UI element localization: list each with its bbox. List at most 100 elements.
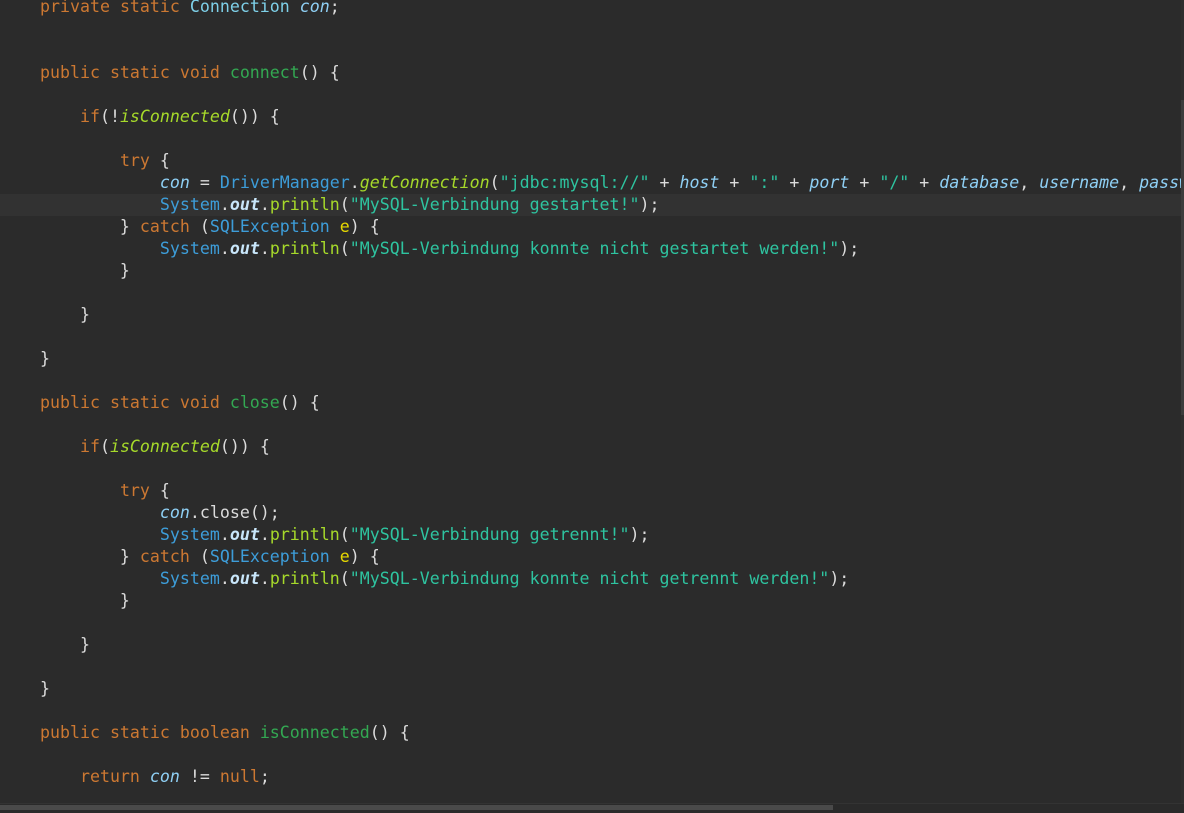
code-line[interactable] xyxy=(0,282,1181,304)
code-token: con xyxy=(149,767,180,786)
code-token: ( xyxy=(99,437,110,456)
horizontal-scrollbar[interactable] xyxy=(0,803,1184,813)
code-token: ()) { xyxy=(219,437,270,456)
code-token: { xyxy=(159,481,170,500)
code-token: } xyxy=(40,349,50,368)
code-line[interactable]: if(!isConnected()) { xyxy=(0,106,1181,128)
code-token: ( xyxy=(199,217,210,236)
code-token: SQLException xyxy=(209,217,340,236)
code-line[interactable]: System.out.println("MySQL-Verbindung kon… xyxy=(0,238,1181,260)
code-line[interactable]: } catch (SQLException e) { xyxy=(0,546,1181,568)
code-line[interactable] xyxy=(0,700,1181,722)
code-token: static xyxy=(109,393,180,412)
code-token: out xyxy=(229,239,260,258)
code-token: static xyxy=(119,0,190,16)
code-line[interactable]: return con != null; xyxy=(0,766,1181,788)
code-token: . xyxy=(219,569,230,588)
code-token: () { xyxy=(299,63,340,82)
code-token: "MySQL-Verbindung konnte nicht getrennt … xyxy=(349,569,830,588)
code-token: System xyxy=(159,195,220,214)
horizontal-scrollbar-thumb[interactable] xyxy=(0,805,833,810)
code-token: } xyxy=(40,305,90,324)
code-line[interactable]: con.close(); xyxy=(0,502,1181,524)
code-token: out xyxy=(229,525,260,544)
code-token: connect xyxy=(229,63,300,82)
code-line[interactable] xyxy=(0,458,1181,480)
code-line[interactable] xyxy=(0,18,1181,40)
code-token: static xyxy=(109,723,180,742)
code-token: return xyxy=(79,767,150,786)
code-token: null xyxy=(219,767,260,786)
code-token: catch xyxy=(139,217,200,236)
code-line[interactable]: System.out.println("MySQL-Verbindung kon… xyxy=(0,568,1181,590)
code-token: ; xyxy=(259,767,270,786)
code-line[interactable] xyxy=(0,326,1181,348)
code-editor[interactable]: private static Connection con; public sta… xyxy=(0,0,1184,788)
code-line[interactable]: } catch (SQLException e) { xyxy=(0,216,1181,238)
code-token: isConnected xyxy=(259,723,370,742)
code-token: + xyxy=(909,173,940,192)
code-line[interactable]: } xyxy=(0,304,1181,326)
code-token: username xyxy=(1039,173,1120,192)
code-line[interactable] xyxy=(0,84,1181,106)
code-line[interactable]: System.out.println("MySQL-Verbindung ges… xyxy=(0,194,1181,216)
code-line[interactable]: } xyxy=(0,678,1181,700)
code-token: con xyxy=(299,0,330,16)
code-token: isConnected xyxy=(109,437,220,456)
code-token: println xyxy=(269,525,340,544)
code-token: ; xyxy=(329,0,340,16)
code-line[interactable] xyxy=(0,128,1181,150)
code-token: void xyxy=(179,393,230,412)
code-token: . xyxy=(259,569,270,588)
code-token: e xyxy=(339,217,350,236)
code-token: getConnection xyxy=(359,173,490,192)
code-token: . xyxy=(219,195,230,214)
code-line[interactable]: } xyxy=(0,634,1181,656)
code-token: private xyxy=(40,0,120,16)
code-token: { xyxy=(159,151,170,170)
code-line[interactable] xyxy=(0,414,1181,436)
code-line[interactable]: try { xyxy=(0,150,1181,172)
code-line[interactable]: public static void connect() { xyxy=(0,62,1181,84)
code-token: } xyxy=(40,679,50,698)
code-line[interactable]: try { xyxy=(0,480,1181,502)
code-token: ); xyxy=(829,569,850,588)
code-token: . xyxy=(259,195,270,214)
code-line[interactable]: if(isConnected()) { xyxy=(0,436,1181,458)
code-line[interactable] xyxy=(0,744,1181,766)
code-line[interactable] xyxy=(0,612,1181,634)
code-token: ) { xyxy=(349,217,380,236)
code-token: , xyxy=(1119,173,1140,192)
code-token: "MySQL-Verbindung konnte nicht gestartet… xyxy=(349,239,840,258)
code-line[interactable] xyxy=(0,370,1181,392)
code-line[interactable] xyxy=(0,656,1181,678)
code-token: static xyxy=(109,63,180,82)
code-token: try xyxy=(119,151,160,170)
code-token: ( xyxy=(339,525,350,544)
code-line[interactable]: } xyxy=(0,590,1181,612)
code-line[interactable]: System.out.println("MySQL-Verbindung get… xyxy=(0,524,1181,546)
code-line[interactable]: public static void close() { xyxy=(0,392,1181,414)
code-line[interactable]: con = DriverManager.getConnection("jdbc:… xyxy=(0,172,1184,194)
code-line[interactable]: public static boolean isConnected() { xyxy=(0,722,1181,744)
code-token: } xyxy=(40,591,130,610)
code-line[interactable] xyxy=(0,40,1181,62)
code-token: != xyxy=(179,767,220,786)
code-line[interactable]: } xyxy=(0,260,1181,282)
code-token: , xyxy=(1019,173,1040,192)
code-token: out xyxy=(229,195,260,214)
code-token: "MySQL-Verbindung getrennt!" xyxy=(349,525,630,544)
code-line[interactable]: private static Connection con; xyxy=(0,0,1181,18)
code-token: try xyxy=(119,481,160,500)
code-token: public xyxy=(40,63,110,82)
code-token: con xyxy=(159,503,190,522)
code-line[interactable]: } xyxy=(0,348,1181,370)
code-token: . xyxy=(349,173,360,192)
code-token: database xyxy=(939,173,1020,192)
